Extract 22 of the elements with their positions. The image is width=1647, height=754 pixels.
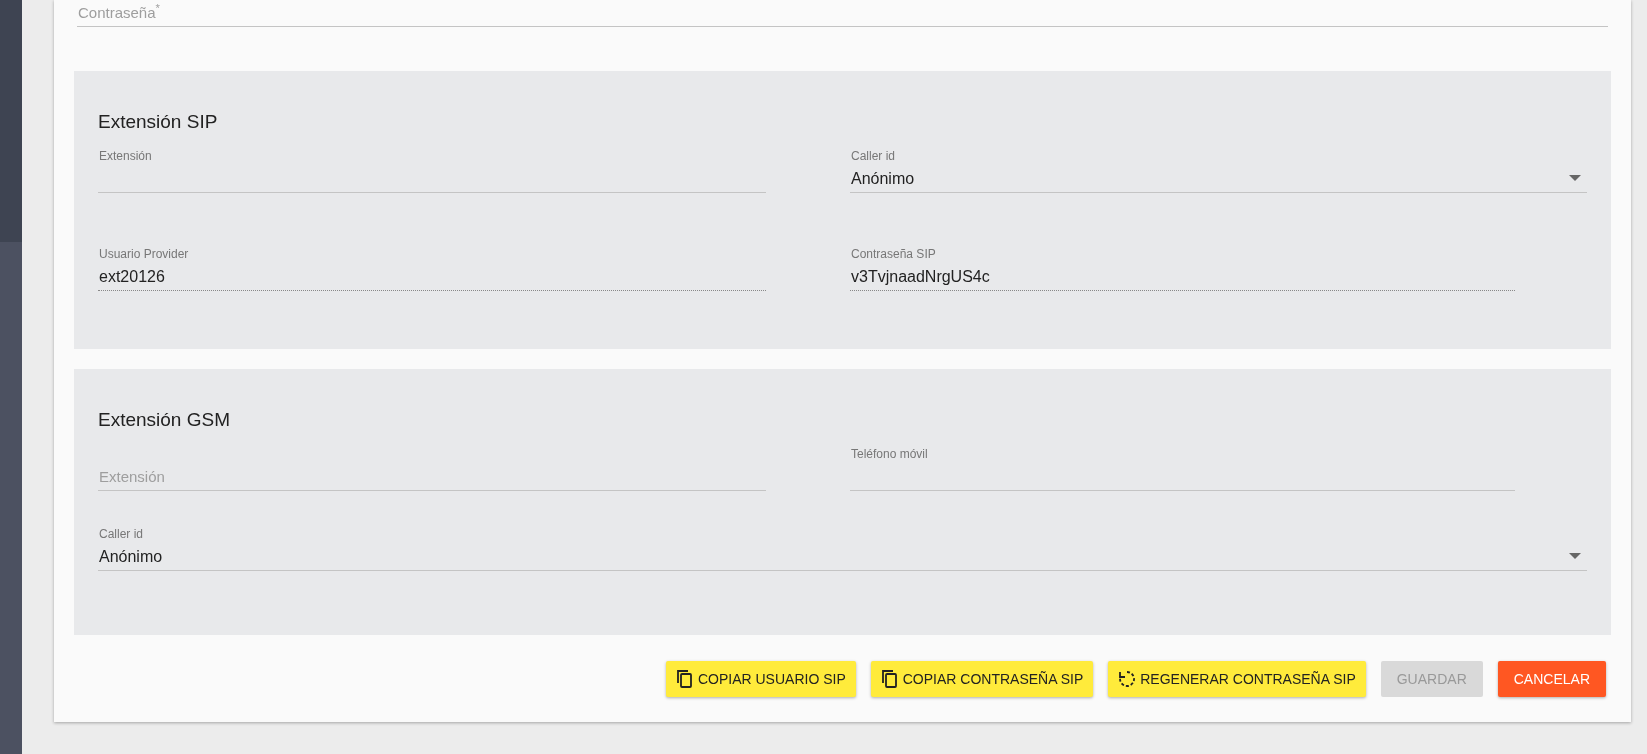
- dropdown-arrow-icon: [1569, 175, 1581, 181]
- field-label: Extensión: [98, 148, 153, 165]
- field-label: Teléfono móvil: [850, 446, 929, 463]
- action-button[interactable]: REGENERAR CONTRASEÑA SIP: [1108, 661, 1366, 697]
- field-label: Usuario Provider: [98, 246, 190, 263]
- field-label: Extensión: [99, 466, 165, 487]
- field-label: Caller id: [850, 148, 896, 165]
- input-field[interactable]: ext20126: [98, 263, 766, 291]
- refresh-icon: [1118, 670, 1137, 688]
- action-button[interactable]: COPIAR USUARIO SIP: [665, 661, 856, 697]
- input-field[interactable]: v3TvjnaadNrgUS4c: [850, 263, 1515, 291]
- field-label: Contraseña$^{*}$: [78, 0, 160, 23]
- dropdown-arrow-icon: [1569, 553, 1581, 559]
- select-field[interactable]: Anónimo: [850, 165, 1587, 193]
- action-button[interactable]: COPIAR CONTRASEÑA SIP: [870, 661, 1094, 697]
- section-title: Extensión SIP: [98, 110, 219, 134]
- copy-icon: [880, 669, 899, 689]
- field-label: Contraseña SIP: [850, 246, 937, 263]
- copy-icon: [675, 669, 694, 689]
- field-label: Caller id: [98, 526, 144, 543]
- select-field[interactable]: Anónimo: [98, 543, 1587, 571]
- section-title: Extensión GSM: [98, 408, 231, 432]
